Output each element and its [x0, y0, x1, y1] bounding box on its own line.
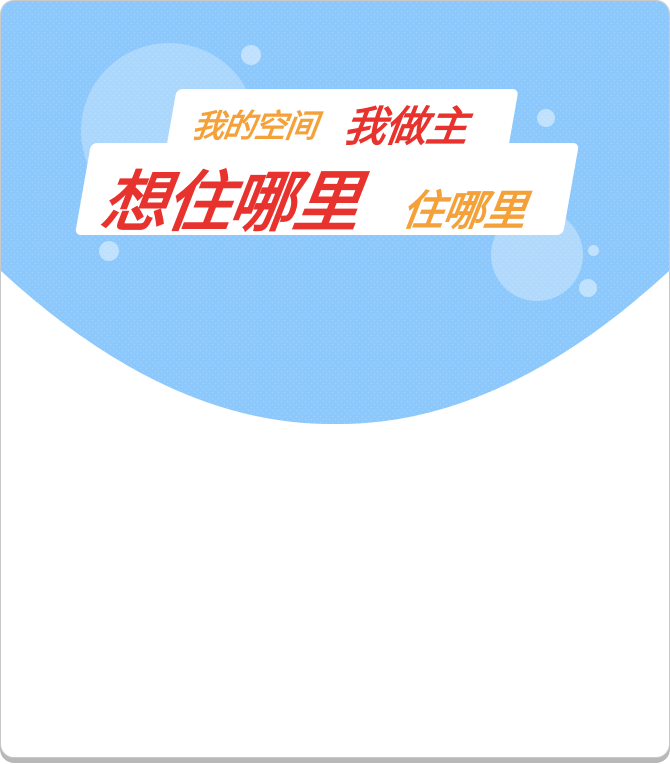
bubble-decoration	[241, 45, 261, 65]
headline-line2-right: 住哪里	[399, 186, 530, 235]
headline-line2-left: 想住哪里	[96, 164, 364, 241]
headline-line1-left: 我的空间	[190, 107, 320, 145]
bubble-decoration	[537, 109, 555, 127]
bubble-decoration	[579, 279, 597, 297]
promo-card: 我的空间 我做主 想住哪里 住哪里	[0, 0, 670, 758]
bubble-decoration	[588, 245, 599, 256]
headline-line1-right: 我做主	[341, 102, 472, 151]
